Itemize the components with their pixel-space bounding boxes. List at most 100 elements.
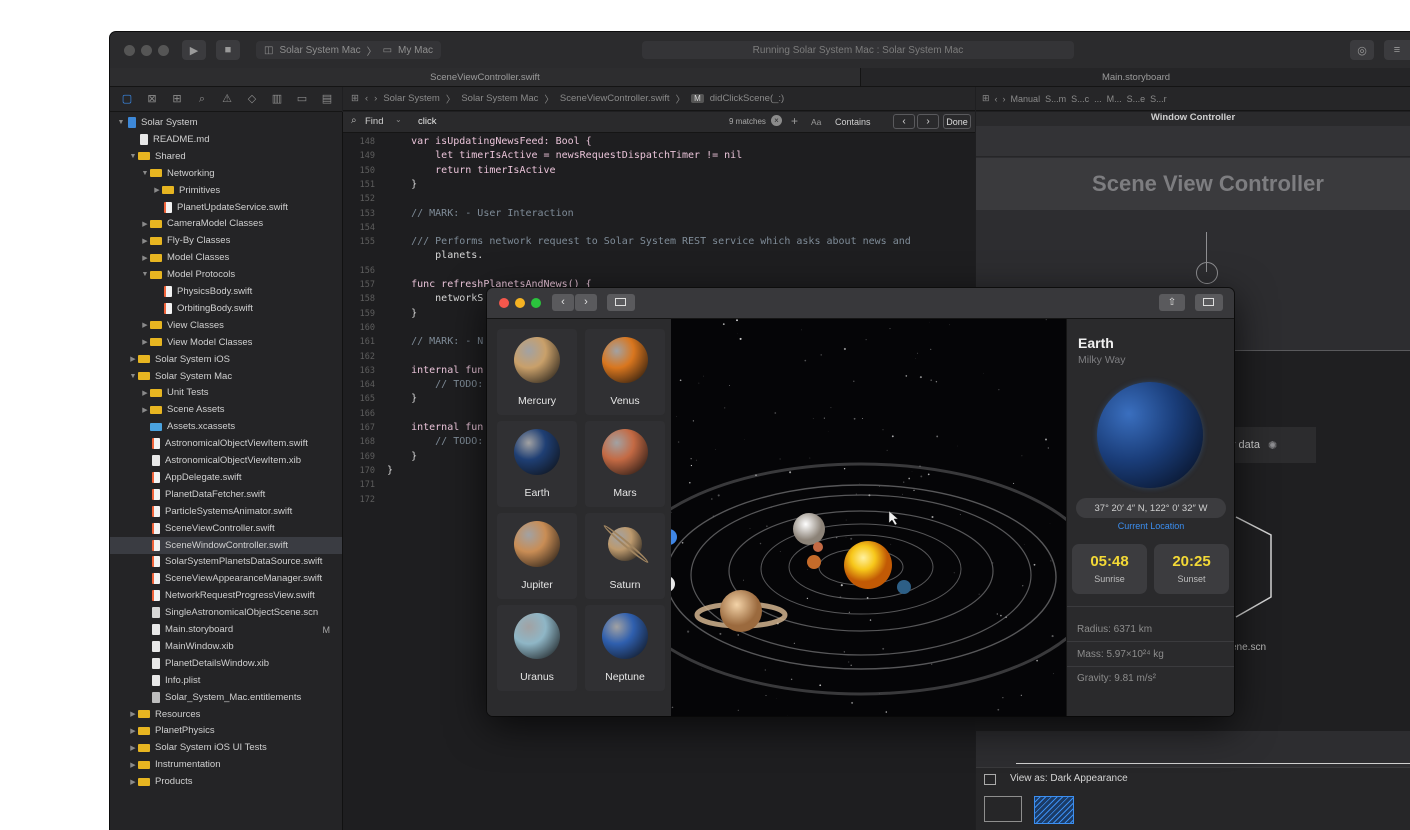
done-button[interactable]: Done bbox=[943, 114, 971, 129]
segue-icon[interactable] bbox=[1196, 262, 1218, 284]
disclosure-closed-icon[interactable]: ▶ bbox=[140, 237, 150, 245]
navigator-row[interactable]: ▶ Primitives bbox=[110, 182, 342, 199]
sidebar-toggle-icon[interactable] bbox=[984, 774, 996, 785]
report-icon[interactable]: ▤ bbox=[320, 92, 334, 106]
navigator-row[interactable]: ▶ Fly-By Classes bbox=[110, 232, 342, 249]
navigator-row[interactable]: Main.storyboard M bbox=[110, 621, 342, 638]
disclosure-open-icon[interactable]: ▼ bbox=[128, 153, 138, 160]
crumb-method[interactable]: didClickScene(_:) bbox=[710, 93, 784, 104]
share-button[interactable]: ⇧ bbox=[1159, 294, 1185, 311]
close-window-button[interactable] bbox=[499, 298, 509, 308]
navigator-row[interactable]: ▶ PlanetPhysics bbox=[110, 722, 342, 739]
library-button[interactable]: ◎ bbox=[1350, 40, 1374, 60]
scheme-selector[interactable]: ◫ Solar System Mac 〉 ▭ My Mac bbox=[256, 41, 442, 59]
warning-icon[interactable]: ⚠ bbox=[220, 92, 234, 106]
navigator-row[interactable]: ▶ Solar System iOS UI Tests bbox=[110, 739, 342, 756]
ib-crumb[interactable]: S...c bbox=[1071, 94, 1089, 104]
minimize-window-button[interactable] bbox=[515, 298, 525, 308]
current-location-link[interactable]: Current Location bbox=[1067, 521, 1234, 531]
navigator-row[interactable]: PhysicsBody.swift bbox=[110, 283, 342, 300]
related-items-icon[interactable]: ⊞ bbox=[982, 93, 990, 104]
zoom-window-button[interactable] bbox=[531, 298, 541, 308]
navigator-row[interactable]: ▼ Networking bbox=[110, 165, 342, 182]
navigator-row[interactable]: PlanetDataFetcher.swift bbox=[110, 486, 342, 503]
navigator-row[interactable]: SceneViewAppearanceManager.swift bbox=[110, 570, 342, 587]
navigator-row[interactable]: ▼ Model Protocols bbox=[110, 266, 342, 283]
zoom-window-button[interactable] bbox=[158, 45, 169, 56]
planet-cell-mercury[interactable]: Mercury bbox=[497, 329, 577, 415]
disclosure-open-icon[interactable]: ▼ bbox=[128, 373, 138, 380]
crumb-group[interactable]: Solar System Mac bbox=[461, 93, 538, 104]
navigator-row[interactable]: ▶ Resources bbox=[110, 706, 342, 723]
planet-cell-earth[interactable]: Earth bbox=[497, 421, 577, 507]
disclosure-closed-icon[interactable]: ▶ bbox=[128, 727, 138, 735]
navigator-row[interactable]: PlanetDetailsWindow.xib bbox=[110, 655, 342, 672]
find-input[interactable] bbox=[418, 114, 698, 128]
navigator-row[interactable]: ▶ View Model Classes bbox=[110, 334, 342, 351]
disclosure-open-icon[interactable]: ▼ bbox=[140, 170, 150, 177]
neptune-body[interactable] bbox=[671, 529, 677, 545]
navigator-row[interactable]: SingleAstronomicalObjectScene.scn bbox=[110, 604, 342, 621]
planet-cell-saturn[interactable]: Saturn bbox=[585, 513, 665, 599]
earth-body[interactable] bbox=[897, 580, 911, 594]
tab-main-storyboard[interactable]: Main.storyboard bbox=[860, 68, 1410, 86]
navigator-row[interactable]: AstronomicalObjectViewItem.swift bbox=[110, 435, 342, 452]
sun[interactable] bbox=[844, 541, 892, 589]
disclosure-closed-icon[interactable]: ▶ bbox=[152, 186, 162, 194]
navigator-row[interactable]: Info.plist bbox=[110, 672, 342, 689]
ib-crumb[interactable]: S...e bbox=[1127, 94, 1146, 104]
back-button[interactable]: ‹ bbox=[552, 294, 574, 311]
mars-body[interactable] bbox=[813, 542, 823, 552]
disclosure-closed-icon[interactable]: ▶ bbox=[140, 406, 150, 414]
crumb-project[interactable]: Solar System bbox=[383, 93, 440, 104]
folder-icon[interactable]: ▢ bbox=[120, 92, 134, 106]
previous-match-button[interactable]: ‹ bbox=[893, 114, 915, 129]
uranus-body[interactable] bbox=[671, 576, 675, 592]
navigator-row[interactable]: MainWindow.xib bbox=[110, 638, 342, 655]
venus-body[interactable] bbox=[807, 555, 821, 569]
navigator-row[interactable]: PlanetUpdateService.swift bbox=[110, 199, 342, 216]
case-sensitive-button[interactable]: Aa bbox=[811, 117, 821, 127]
navigator-row[interactable]: ▶ Solar System iOS bbox=[110, 351, 342, 368]
disclosure-closed-icon[interactable]: ▶ bbox=[128, 778, 138, 786]
next-match-button[interactable]: › bbox=[917, 114, 939, 129]
ib-crumb[interactable]: Manual bbox=[1011, 94, 1041, 104]
navigator-row[interactable]: SceneViewController.swift bbox=[110, 520, 342, 537]
forward-arrow-icon[interactable]: › bbox=[374, 93, 377, 104]
navigator-row[interactable]: ▶ View Classes bbox=[110, 317, 342, 334]
disclosure-closed-icon[interactable]: ▶ bbox=[140, 321, 150, 329]
disclosure-closed-icon[interactable]: ▶ bbox=[140, 389, 150, 397]
search-icon[interactable]: ⌕ bbox=[195, 92, 209, 106]
disclosure-closed-icon[interactable]: ▶ bbox=[128, 355, 138, 363]
navigator-row[interactable]: AstronomicalObjectViewItem.xib bbox=[110, 452, 342, 469]
planet-cell-venus[interactable]: Venus bbox=[585, 329, 665, 415]
navigator-row[interactable]: ▶ Instrumentation bbox=[110, 756, 342, 773]
run-button[interactable]: ▶ bbox=[182, 40, 206, 60]
navigator-row[interactable]: Solar_System_Mac.entitlements bbox=[110, 689, 342, 706]
disclosure-open-icon[interactable]: ▼ bbox=[116, 119, 126, 126]
disclosure-closed-icon[interactable]: ▶ bbox=[140, 220, 150, 228]
navigator-row[interactable]: SceneWindowController.swift bbox=[110, 536, 342, 554]
planet-cell-neptune[interactable]: Neptune bbox=[585, 605, 665, 691]
navigator-row[interactable]: ▶ Unit Tests bbox=[110, 384, 342, 401]
symbol-icon[interactable]: ⊞ bbox=[170, 92, 184, 106]
navigator-row[interactable]: ▶ Products bbox=[110, 773, 342, 790]
crumb-file[interactable]: SceneViewController.swift bbox=[560, 93, 670, 104]
sidebar-toggle-button[interactable] bbox=[607, 294, 635, 311]
debug-icon[interactable]: ▥ bbox=[270, 92, 284, 106]
jupiter-body[interactable] bbox=[793, 513, 825, 545]
disclosure-open-icon[interactable]: ▼ bbox=[140, 271, 150, 278]
solar-system-scene[interactable] bbox=[671, 319, 1066, 716]
navigator-row[interactable]: ParticleSystemsAnimator.swift bbox=[110, 503, 342, 520]
navigator-row[interactable]: ▼ Shared bbox=[110, 148, 342, 165]
forward-arrow-icon[interactable]: › bbox=[1003, 94, 1006, 104]
navigator-row[interactable]: Assets.xcassets bbox=[110, 418, 342, 435]
tab-sceneviewcontroller[interactable]: SceneViewController.swift bbox=[110, 68, 860, 86]
disclosure-closed-icon[interactable]: ▶ bbox=[128, 744, 138, 752]
ib-crumb[interactable]: S...r bbox=[1150, 94, 1167, 104]
navigator-row[interactable]: ▶ Scene Assets bbox=[110, 401, 342, 418]
navigator-row[interactable]: ▼ Solar System Mac bbox=[110, 368, 342, 385]
navigator-row[interactable]: SolarSystemPlanetsDataSource.swift bbox=[110, 553, 342, 570]
planet-cell-uranus[interactable]: Uranus bbox=[497, 605, 577, 691]
ib-crumb[interactable]: S...m bbox=[1045, 94, 1066, 104]
